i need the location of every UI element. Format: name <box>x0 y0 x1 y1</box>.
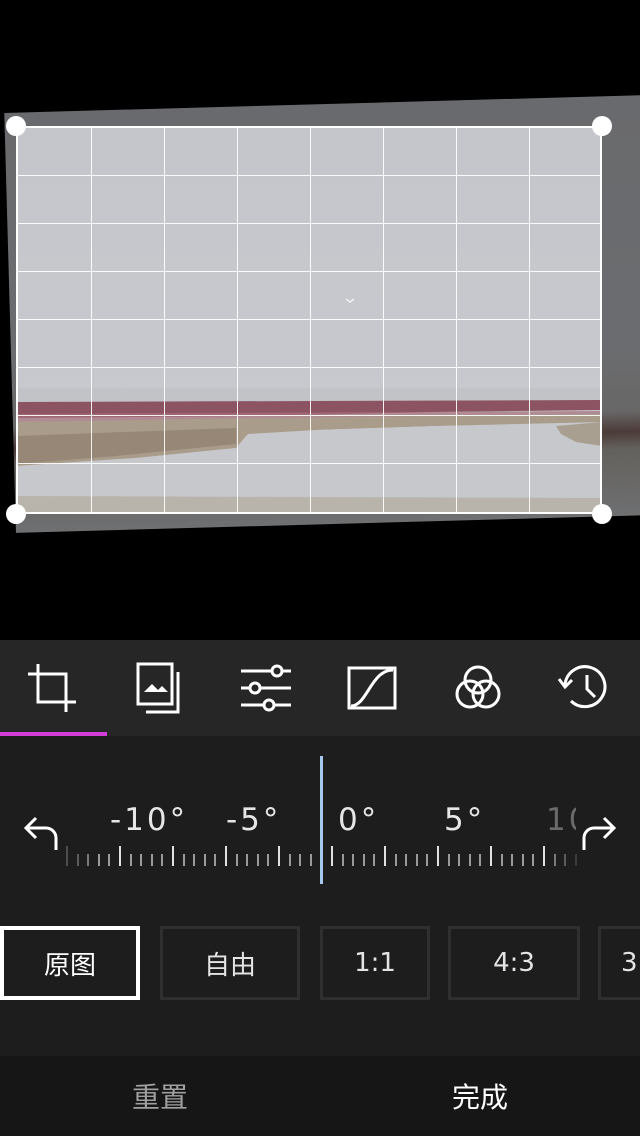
grid-line <box>18 415 600 416</box>
grid-line <box>237 128 238 512</box>
dial-tick <box>447 854 450 866</box>
image-layers-icon <box>136 662 180 714</box>
grid-line <box>18 271 600 272</box>
grid-line <box>91 128 92 512</box>
dial-tick <box>437 846 439 866</box>
tool-crop[interactable] <box>20 658 84 718</box>
dial-tick <box>341 854 344 866</box>
aspect-ratio-options: 原图 自由 1:1 4:3 3 <box>0 912 640 1056</box>
dial-tick <box>574 854 577 866</box>
dial-tick <box>214 854 217 866</box>
photo-canvas <box>0 0 640 640</box>
dial-tick <box>150 854 153 866</box>
dial-tick <box>97 854 100 866</box>
crop-handle-top-right[interactable] <box>592 116 612 136</box>
dial-tick <box>384 846 386 866</box>
dial-tick <box>500 854 503 866</box>
dial-tick <box>426 854 429 866</box>
tool-image[interactable] <box>126 658 190 718</box>
crop-icon <box>28 664 76 712</box>
grid-line <box>18 367 600 368</box>
dial-tick <box>564 854 567 866</box>
grid-line <box>456 128 457 512</box>
ratio-original[interactable]: 原图 <box>0 926 140 1000</box>
dial-tick <box>458 854 461 866</box>
tool-adjust[interactable] <box>234 658 298 718</box>
dial-tick <box>225 846 227 866</box>
dial-tick <box>468 854 471 866</box>
dial-label-minus-10: -10° <box>110 802 189 838</box>
ratio-4-3[interactable]: 4:3 <box>448 926 580 1000</box>
history-icon <box>557 665 607 709</box>
crop-handle-bottom-left[interactable] <box>6 504 26 524</box>
dial-needle <box>320 756 323 884</box>
dial-tick <box>66 846 68 866</box>
dial-tick <box>352 854 355 866</box>
dial-tick <box>76 854 79 866</box>
dial-tick <box>394 854 397 866</box>
bottom-action-bar: 重置 完成 <box>0 1056 640 1136</box>
rotate-left-icon[interactable] <box>20 814 60 854</box>
dial-tick <box>543 846 545 866</box>
dial-tick <box>299 854 302 866</box>
dial-tick <box>553 854 556 866</box>
dial-tick <box>490 846 492 866</box>
dial-tick <box>331 846 333 866</box>
dial-tick <box>246 854 249 866</box>
dial-tick <box>309 854 312 866</box>
dial-tick <box>87 854 90 866</box>
dial-tick <box>172 846 174 866</box>
grid-line <box>529 128 530 512</box>
tool-tabs <box>0 640 640 736</box>
dial-tick <box>521 854 524 866</box>
dial-tick <box>256 854 259 866</box>
tool-curves[interactable] <box>340 658 404 718</box>
dial-tick <box>267 854 270 866</box>
done-button[interactable]: 完成 <box>320 1056 640 1136</box>
reset-button[interactable]: 重置 <box>0 1056 320 1136</box>
dial-tick <box>203 854 206 866</box>
sliders-icon <box>241 664 291 712</box>
dial-tick <box>479 854 482 866</box>
dial-tick <box>161 854 164 866</box>
grid-line <box>383 128 384 512</box>
grid-line <box>18 175 600 176</box>
tool-history[interactable] <box>552 658 616 718</box>
dial-tick <box>193 854 196 866</box>
dial-label-minus-5: -5° <box>226 802 282 838</box>
crop-handle-top-left[interactable] <box>6 116 26 136</box>
dial-tick <box>235 854 238 866</box>
dial-tick <box>373 854 376 866</box>
dial-label-5: 5° <box>444 802 486 838</box>
dial-tick <box>532 854 535 866</box>
rotation-dial[interactable]: -10° -5° 0° 5° 10° <box>0 736 640 912</box>
grid-line <box>164 128 165 512</box>
crop-handle-bottom-right[interactable] <box>592 504 612 524</box>
ratio-free[interactable]: 自由 <box>160 926 300 1000</box>
dial-label-0: 0° <box>338 802 380 838</box>
ratio-3-partial[interactable]: 3 <box>598 926 640 1000</box>
grid-line <box>18 319 600 320</box>
rotate-right-icon[interactable] <box>580 814 620 854</box>
grid-line <box>18 223 600 224</box>
dial-tick <box>415 854 418 866</box>
dial-tick <box>140 854 143 866</box>
grid-line <box>18 463 600 464</box>
dial-tick <box>511 854 514 866</box>
dial-tick <box>119 846 121 866</box>
dial-tick <box>108 854 111 866</box>
dial-tick <box>129 854 132 866</box>
curve-icon <box>347 666 397 710</box>
tool-color[interactable] <box>446 658 510 718</box>
ratio-1-1[interactable]: 1:1 <box>320 926 430 1000</box>
color-circles-icon <box>455 665 501 709</box>
dial-tick <box>278 846 280 866</box>
dial-tick <box>288 854 291 866</box>
crop-grid[interactable] <box>16 126 602 514</box>
dial-tick <box>405 854 408 866</box>
dial-tick <box>182 854 185 866</box>
grid-line <box>310 128 311 512</box>
dial-tick <box>362 854 365 866</box>
dial-label-10: 10° <box>546 802 576 838</box>
